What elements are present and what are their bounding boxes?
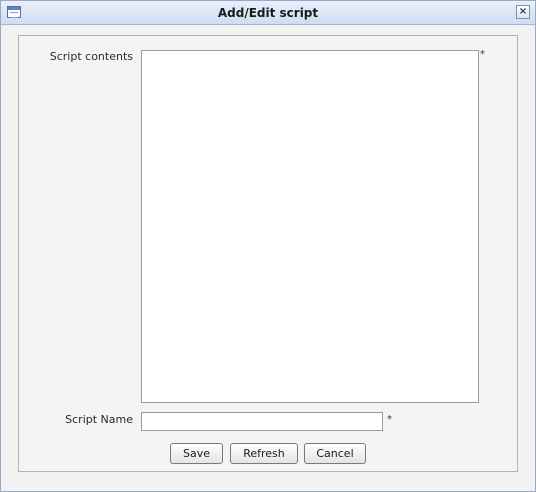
refresh-button[interactable]: Refresh <box>230 443 298 464</box>
script-contents-label: Script contents <box>49 50 133 63</box>
dialog-title: Add/Edit script <box>217 6 319 20</box>
script-name-label: Script Name <box>65 413 133 426</box>
cancel-button[interactable]: Cancel <box>304 443 366 464</box>
script-name-input[interactable] <box>141 412 383 431</box>
save-button[interactable]: Save <box>170 443 223 464</box>
required-marker-name: * <box>387 414 392 425</box>
required-marker-contents: * <box>480 49 485 60</box>
script-contents-textarea[interactable] <box>141 50 479 403</box>
close-icon[interactable]: × <box>516 5 530 19</box>
title-bar[interactable]: Add/Edit script × <box>1 1 535 25</box>
